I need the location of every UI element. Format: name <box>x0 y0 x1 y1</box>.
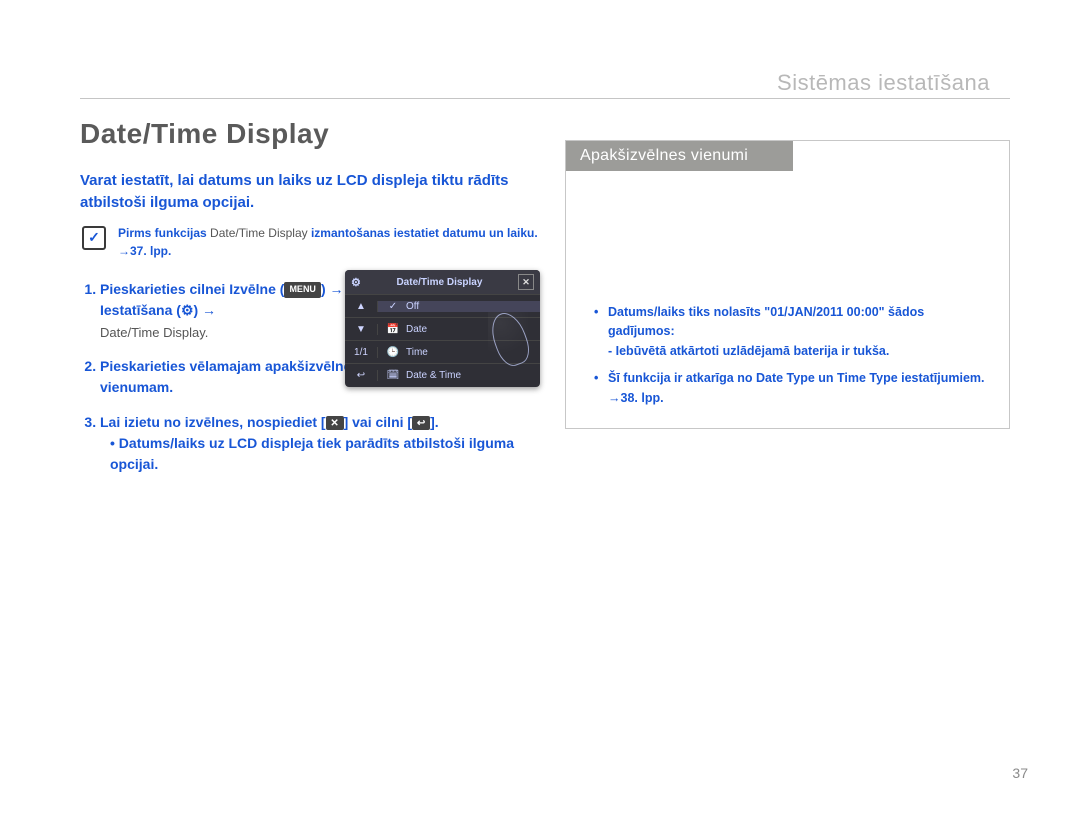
back-icon: ↩ <box>345 370 378 381</box>
step-1: Pieskarieties cilnei Izvēlne (MENU) → Ie… <box>100 279 360 343</box>
option-date-time: 🗓Date & Time <box>378 370 540 381</box>
step-2: Pieskarieties vēlamajam apakšizvēlnes vi… <box>100 356 360 398</box>
step-3-bullet: • Datums/laiks uz LCD displeja tiek parā… <box>100 433 555 475</box>
note-text: Pirms funkcijas Date/Time Display izmant… <box>118 224 540 261</box>
pager: 1/1 <box>345 347 378 358</box>
note-box: ✓ Pirms funkcijas Date/Time Display izma… <box>80 224 540 261</box>
right-bullet-1: Datums/laiks tiks nolasīts "01/JAN/2011 … <box>594 303 989 361</box>
option-date: 📅Date <box>378 324 540 335</box>
divider <box>80 98 1010 99</box>
option-off: ✓Off <box>378 301 540 312</box>
page-number: 37 <box>1012 765 1028 781</box>
breadcrumb: Sistēmas iestatīšana <box>777 70 990 96</box>
gear-icon: ⚙ <box>351 276 361 289</box>
intro-text: Varat iestatīt, lai datums un laiks uz L… <box>80 170 540 214</box>
step-3: Lai izietu no izvēlnes, nospiediet [✕] v… <box>100 412 555 475</box>
option-time: 🕒Time <box>378 347 540 358</box>
close-icon: ✕ <box>518 274 534 290</box>
down-arrow-icon: ▼ <box>345 324 378 335</box>
submenu-header: Apakšizvēlnes vienumi <box>566 141 793 171</box>
submenu-box: Apakšizvēlnes vienumi Datums/laiks tiks … <box>565 140 1010 429</box>
menu-button: MENU <box>284 282 321 298</box>
close-icon: ✕ <box>326 416 344 430</box>
back-icon: ↩ <box>412 416 430 430</box>
gear-icon: ⚙ <box>181 302 194 318</box>
check-icon: ✓ <box>82 226 106 250</box>
right-bullet-2: Šī funkcija ir atkarīga no Date Type un … <box>594 369 989 408</box>
up-arrow-icon: ▲ <box>345 301 378 312</box>
page-title: Date/Time Display <box>80 118 329 150</box>
device-screenshot: ⚙ Date/Time Display ✕ ▲ ✓Off ▼ 📅Date 1/1… <box>345 270 540 387</box>
screen-title: Date/Time Display <box>396 277 482 288</box>
